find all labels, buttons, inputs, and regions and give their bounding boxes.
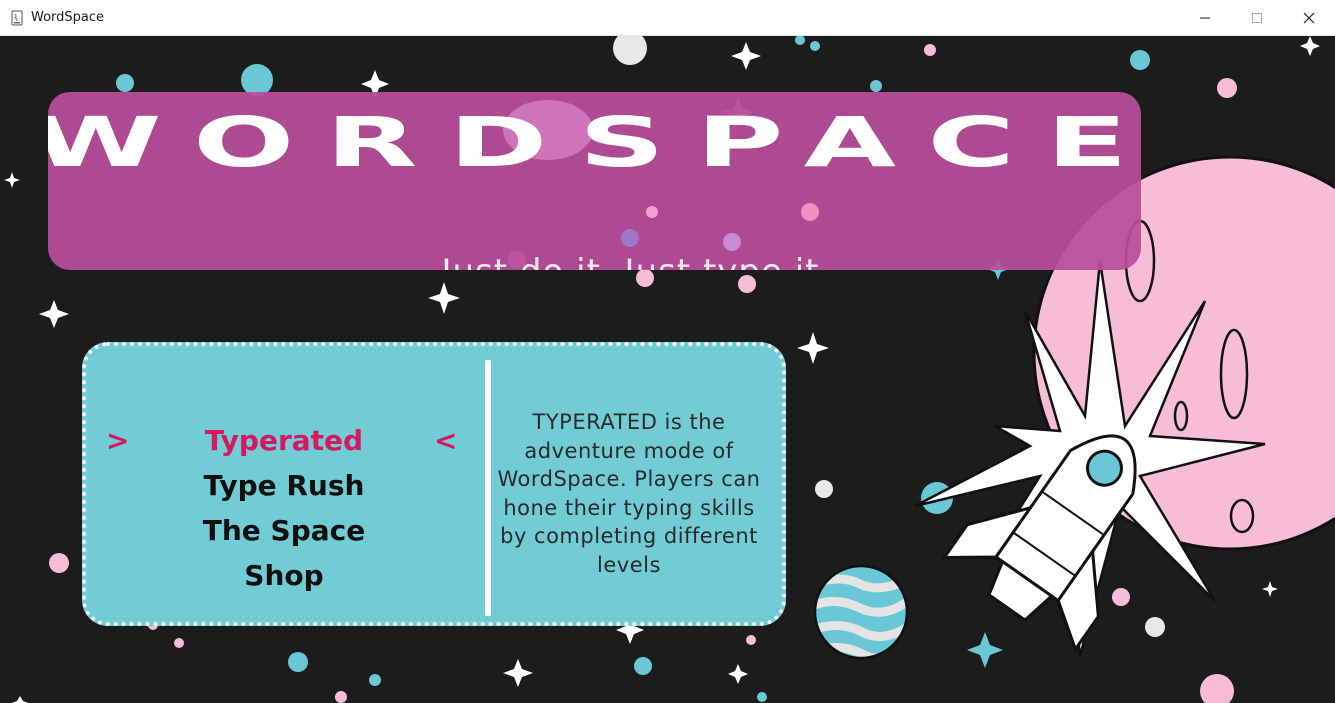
maximize-icon: [1252, 12, 1262, 23]
window-controls: [1179, 0, 1335, 35]
window-title: WordSpace: [31, 10, 105, 25]
space-background: WORDSPACE Just do it, Just type it > Typ…: [0, 36, 1335, 703]
menu-item-type-rush[interactable]: Type Rush: [86, 463, 485, 508]
close-icon: [1303, 12, 1315, 23]
minimize-icon: [1200, 17, 1210, 18]
maximize-button[interactable]: [1231, 0, 1283, 35]
mode-menu: > Typerated < Type Rush The Space Shop: [86, 418, 485, 598]
title-banner: WORDSPACE Just do it, Just type it: [48, 92, 1141, 270]
main-menu-card: > Typerated < Type Rush The Space Shop T…: [82, 342, 786, 626]
selection-arrow-left: >: [106, 424, 130, 457]
game-window: WordSpace WORDSPACE > Typerated < Type R…: [0, 0, 1335, 703]
menu-item-label: Typerated: [204, 424, 364, 457]
menu-item-label: Shop: [244, 559, 324, 592]
title-bar[interactable]: WordSpace: [0, 0, 1335, 36]
menu-divider: [485, 360, 491, 616]
menu-item-the-space[interactable]: The Space: [86, 508, 485, 553]
menu-item-label: Type Rush: [203, 469, 365, 502]
close-button[interactable]: [1283, 0, 1335, 35]
game-logo: WORDSPACE: [48, 102, 1141, 183]
mode-description: TYPERATED is the adventure mode of WordS…: [497, 410, 761, 577]
tagline: Just do it, Just type it: [48, 252, 1141, 270]
menu-item-label: The Space: [202, 514, 366, 547]
java-app-icon: [11, 10, 23, 25]
minimize-button[interactable]: [1179, 0, 1231, 35]
striped-planet: [813, 564, 909, 660]
menu-item-shop[interactable]: Shop: [86, 553, 485, 598]
menu-item-typerated[interactable]: > Typerated <: [86, 418, 485, 463]
selection-arrow-right: <: [434, 424, 458, 457]
